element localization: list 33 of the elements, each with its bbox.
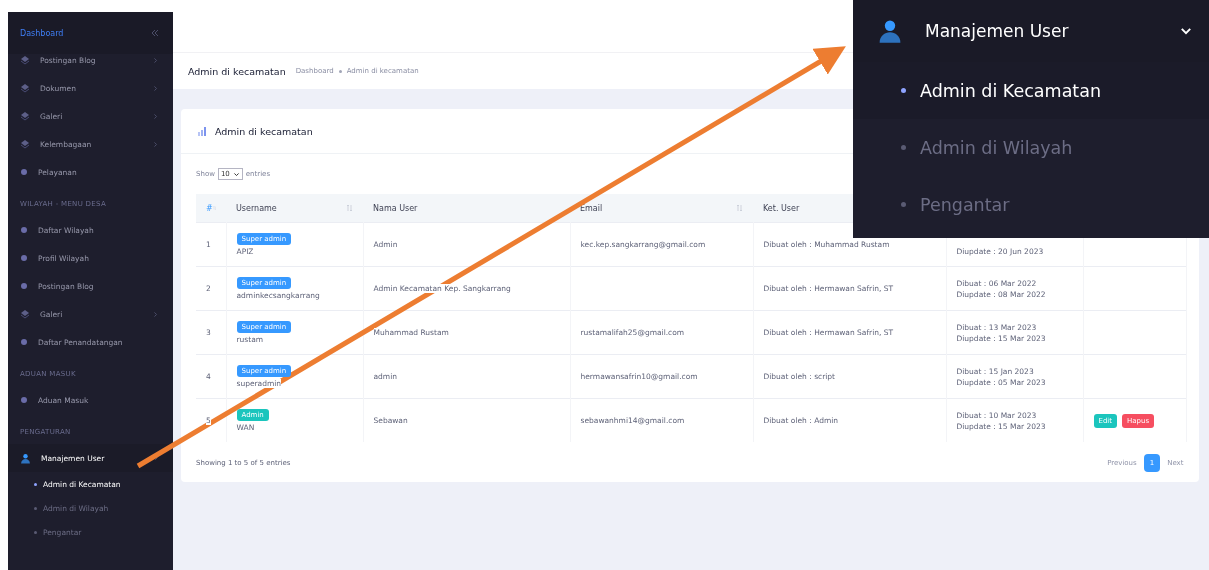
brand-link[interactable]: Dashboard [20, 28, 64, 38]
user-icon [877, 18, 903, 44]
dot-icon [20, 226, 28, 234]
user-icon [20, 452, 31, 464]
collapse-icon[interactable] [151, 29, 159, 37]
column-header[interactable]: Ket. User [763, 203, 800, 213]
chevron-down-icon [152, 454, 159, 462]
chevron-right-icon [152, 56, 159, 64]
dot-icon [20, 396, 28, 404]
sort-icon[interactable] [736, 204, 743, 212]
page-title: Admin di kecamatan [188, 65, 286, 77]
chevron-down-icon [232, 170, 240, 178]
column-header[interactable]: Nama User [373, 203, 418, 213]
chevron-right-icon [152, 310, 159, 318]
dot-icon [20, 254, 28, 262]
dot-icon [20, 282, 28, 290]
column-header[interactable]: Username [236, 203, 277, 213]
layers-icon [20, 139, 30, 149]
chevron-right-icon [152, 140, 159, 148]
submenu-item[interactable]: Admin di Kecamatan [853, 62, 1209, 119]
sort-icon[interactable] [346, 204, 353, 212]
submenu-item[interactable]: Pengantar [853, 176, 1209, 233]
layers-icon [20, 309, 30, 319]
card-title: Admin di kecamatan [215, 125, 313, 137]
chevron-right-icon [152, 84, 159, 92]
bar-chart-icon [197, 126, 207, 136]
dot-icon [20, 168, 28, 176]
chevron-right-icon [152, 112, 159, 120]
layers-icon [20, 83, 30, 93]
layers-icon [20, 111, 30, 121]
submenu-item[interactable]: Admin di Wilayah [853, 119, 1209, 176]
layers-icon [20, 55, 30, 65]
dot-icon [20, 338, 28, 346]
